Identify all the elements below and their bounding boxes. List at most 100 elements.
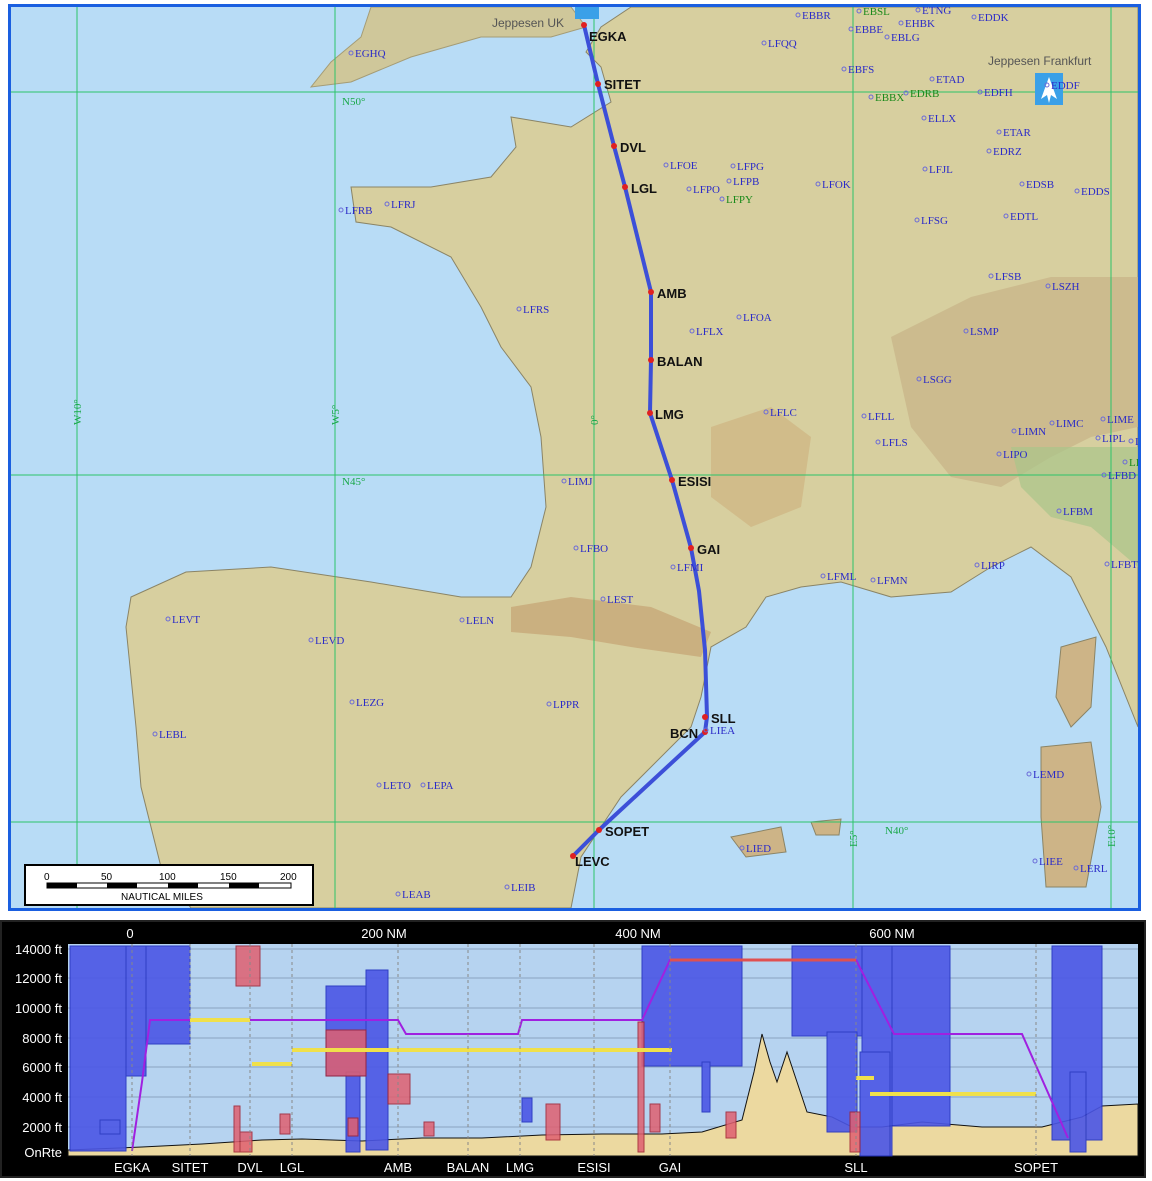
airport-label[interactable]: EBBE: [855, 24, 883, 36]
waypoint-marker[interactable]: [611, 143, 617, 149]
airport-label[interactable]: LFRB: [345, 205, 373, 217]
airport-label[interactable]: ETAD: [936, 74, 965, 86]
airport-label[interactable]: LIME: [1107, 414, 1134, 426]
airport-label[interactable]: LERL: [1080, 863, 1108, 875]
airport-label[interactable]: LFLL: [868, 411, 895, 423]
waypoint-marker[interactable]: [648, 357, 654, 363]
jeppesen-uk-icon[interactable]: [575, 7, 599, 19]
airport-marker[interactable]: [338, 207, 344, 213]
airport-label[interactable]: ETNG: [922, 7, 951, 17]
airport-label[interactable]: LIPO: [1003, 449, 1028, 461]
airport-label[interactable]: LIRP: [981, 560, 1005, 572]
airport-label[interactable]: LSGG: [923, 374, 952, 386]
airport-label[interactable]: LEST: [607, 594, 634, 606]
airport-label[interactable]: LFSB: [995, 271, 1021, 283]
airport-marker[interactable]: [1032, 858, 1038, 864]
airport-label[interactable]: LFPY: [726, 194, 753, 206]
waypoint-marker[interactable]: [647, 410, 653, 416]
airport-label[interactable]: ELLX: [928, 113, 956, 125]
airport-label[interactable]: LIMS: [1129, 457, 1138, 469]
profile-canvas[interactable]: 14000 ft 12000 ft 10000 ft 8000 ft 6000 ft 40…: [2, 922, 1144, 1176]
airport-label[interactable]: LIED: [746, 843, 771, 855]
airport-label[interactable]: LETO: [383, 780, 411, 792]
airport-label[interactable]: LFBT: [1111, 559, 1138, 571]
airport-label[interactable]: LFOE: [670, 160, 698, 172]
airport-label[interactable]: LIMJ: [568, 476, 593, 488]
airport-label[interactable]: EBLG: [891, 32, 920, 44]
airport-label[interactable]: LFPO: [693, 184, 720, 196]
airport-label[interactable]: EDFH: [984, 87, 1013, 99]
waypoint-label[interactable]: EGKA: [589, 29, 627, 44]
airport-label[interactable]: EHBK: [905, 18, 935, 30]
waypoint-label[interactable]: BALAN: [657, 354, 703, 369]
airport-label[interactable]: EDRZ: [993, 146, 1022, 158]
airport-label[interactable]: LIMF: [1135, 436, 1138, 448]
airport-label[interactable]: LFOA: [743, 312, 772, 324]
waypoint-label[interactable]: SLL: [711, 711, 736, 726]
waypoint-label[interactable]: BCN: [670, 726, 698, 741]
waypoint-label[interactable]: ESISI: [678, 474, 711, 489]
waypoint-marker[interactable]: [669, 477, 675, 483]
airport-label[interactable]: LPPR: [553, 699, 580, 711]
airport-label[interactable]: EDDK: [978, 12, 1009, 24]
airport-label[interactable]: EBBR: [802, 10, 831, 22]
airport-label[interactable]: LFBD: [1108, 470, 1136, 482]
airport-label[interactable]: LFMI: [677, 562, 704, 574]
waypoint-label[interactable]: GAI: [697, 542, 720, 557]
airport-label[interactable]: EDSB: [1026, 179, 1054, 191]
map-view[interactable]: N50° N45° N40° W10° W5° 0° E5° E10° Jepp…: [8, 4, 1141, 911]
waypoint-label[interactable]: LGL: [631, 181, 657, 196]
airport-label[interactable]: LFMN: [877, 575, 908, 587]
airport-label[interactable]: LIPL: [1102, 433, 1126, 445]
waypoint-marker[interactable]: [581, 22, 587, 28]
airport-label[interactable]: EDDS: [1081, 186, 1110, 198]
airport-label[interactable]: LFML: [827, 571, 857, 583]
airport-label[interactable]: EBSL: [863, 7, 890, 18]
waypoint-label[interactable]: LEVC: [575, 854, 610, 869]
airport-label[interactable]: LEBL: [159, 729, 187, 741]
waypoint-marker[interactable]: [702, 714, 708, 720]
airport-label[interactable]: LEIB: [511, 882, 535, 894]
waypoint-label[interactable]: LMG: [655, 407, 684, 422]
map-canvas[interactable]: N50° N45° N40° W10° W5° 0° E5° E10° Jepp…: [11, 7, 1138, 908]
airport-label[interactable]: LFQQ: [768, 38, 797, 50]
airport-label[interactable]: LFRJ: [391, 199, 416, 211]
airport-label[interactable]: LFLS: [882, 437, 908, 449]
airport-label[interactable]: LIEE: [1039, 856, 1063, 868]
airport-label[interactable]: LEAB: [402, 889, 431, 901]
airport-label[interactable]: LIMN: [1018, 426, 1046, 438]
waypoint-label[interactable]: SOPET: [605, 824, 649, 839]
airport-label[interactable]: ETAR: [1003, 127, 1032, 139]
airport-label[interactable]: LFBO: [580, 543, 608, 555]
airport-label[interactable]: LEMD: [1033, 769, 1064, 781]
airport-label[interactable]: EDTL: [1010, 211, 1038, 223]
airport-label[interactable]: EDRB: [910, 88, 939, 100]
waypoint-marker[interactable]: [688, 545, 694, 551]
airport-label[interactable]: EBBX: [875, 92, 904, 104]
airport-label[interactable]: EBFS: [848, 64, 874, 76]
airport-label[interactable]: LFRS: [523, 304, 549, 316]
airport-label[interactable]: LEVT: [172, 614, 200, 626]
waypoint-marker[interactable]: [595, 81, 601, 87]
airport-label[interactable]: LFJL: [929, 164, 953, 176]
airport-label[interactable]: LEZG: [356, 697, 384, 709]
airport-label[interactable]: LELN: [466, 615, 494, 627]
waypoint-label[interactable]: SITET: [604, 77, 641, 92]
waypoint-label[interactable]: AMB: [657, 286, 687, 301]
airport-label[interactable]: EDDF: [1051, 80, 1080, 92]
vertical-profile[interactable]: 14000 ft 12000 ft 10000 ft 8000 ft 6000 ft 40…: [0, 920, 1146, 1178]
airport-label[interactable]: LFLC: [770, 407, 797, 419]
airport-label[interactable]: LSMP: [970, 326, 999, 338]
airport-label[interactable]: LFSG: [921, 215, 948, 227]
airport-label[interactable]: LEPA: [427, 780, 454, 792]
airport-label[interactable]: LFLX: [696, 326, 724, 338]
waypoint-marker[interactable]: [622, 184, 628, 190]
waypoint-marker[interactable]: [648, 289, 654, 295]
airport-label[interactable]: LIEA: [710, 725, 735, 737]
airport-marker[interactable]: [1026, 771, 1032, 777]
airport-label[interactable]: LIMC: [1056, 418, 1084, 430]
waypoint-label[interactable]: DVL: [620, 140, 646, 155]
airport-label[interactable]: LFOK: [822, 179, 851, 191]
airport-label[interactable]: LEVD: [315, 635, 344, 647]
waypoint-marker[interactable]: [596, 827, 602, 833]
